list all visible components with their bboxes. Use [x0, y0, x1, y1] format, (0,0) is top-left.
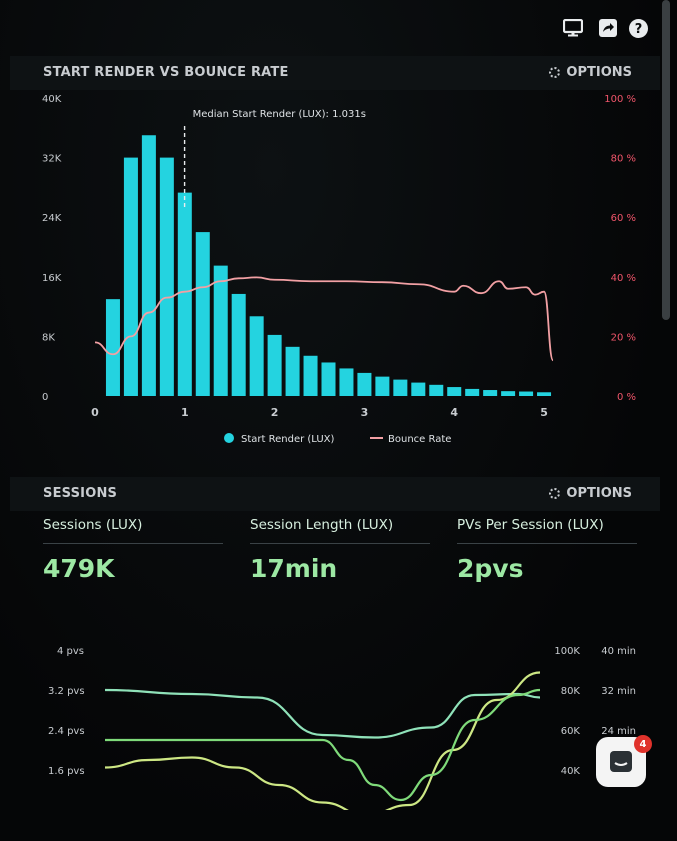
bar: [141, 135, 156, 396]
bar: [249, 316, 264, 396]
legend-label[interactable]: Bounce Rate: [388, 434, 451, 445]
legend-swatch-start-render: [224, 433, 234, 443]
right-tick-label: 60 %: [611, 213, 636, 224]
sessions-tick-label: 40K: [561, 766, 581, 777]
help-icon[interactable]: ?: [627, 18, 649, 38]
share-icon[interactable]: [597, 18, 619, 38]
chart1-header: START RENDER VS BOUNCE RATE OPTIONS: [10, 56, 660, 90]
help-icon-glyph: ?: [634, 22, 642, 37]
notification-badge: 4: [634, 735, 652, 753]
bar: [393, 379, 408, 396]
bar: [537, 392, 552, 396]
bar-series: [105, 135, 552, 396]
sessions-header: SESSIONS OPTIONS: [10, 477, 660, 511]
chart1-options-label: OPTIONS: [566, 65, 632, 80]
chart1-legend: Start Render (LUX) Bounce Rate: [224, 433, 451, 445]
left-tick-label: 24K: [42, 213, 62, 224]
metric-label: PVs Per Session (LUX): [457, 517, 637, 544]
left-tick-label: 16K: [42, 273, 62, 284]
x-axis-ticks: 0 1 2 3 4 5: [91, 406, 548, 419]
start-render-chart: 08K16K24K32K40K 0 %20 %40 %60 %80 %100 %…: [42, 94, 636, 445]
metric-sessions: Sessions (LUX) 479K: [43, 517, 223, 583]
pvs-tick-label: 3.2 pvs: [48, 686, 85, 697]
sessions-options-button[interactable]: OPTIONS: [549, 486, 632, 501]
x-tick-label: 2: [271, 406, 279, 419]
bar: [465, 388, 480, 396]
sessions-title: SESSIONS: [43, 486, 118, 501]
pvs-axis-ticks: 1.6 pvs 2.4 pvs 3.2 pvs 4 pvs: [48, 646, 85, 777]
x-tick-label: 4: [450, 406, 458, 419]
pvs-tick-label: 4 pvs: [57, 646, 84, 657]
metric-value: 17min: [250, 554, 338, 583]
bar: [429, 384, 444, 396]
metric-value: 479K: [43, 554, 115, 583]
left-tick-label: 32K: [42, 154, 62, 165]
bar: [321, 362, 336, 396]
median-marker: Median Start Render (LUX): 1.031s: [183, 109, 366, 210]
x-tick-label: 0: [91, 406, 99, 419]
sessions-axis-ticks: 40K 60K 80K 100K: [554, 646, 580, 777]
session-length-line: [104, 688, 541, 802]
left-axis-ticks: 0 8K 16K 24K 32K 40K: [42, 94, 62, 403]
left-tick-label: 8K: [42, 332, 55, 343]
sessions-tick-label: 60K: [561, 726, 581, 737]
sessions-chart: 1.6 pvs 2.4 pvs 3.2 pvs 4 pvs 40K 60K 80K 100K…: [48, 646, 636, 810]
bar: [483, 390, 498, 396]
gear-icon: [549, 67, 561, 78]
right-tick-label: 20 %: [611, 332, 636, 343]
bar: [411, 382, 426, 396]
bar: [231, 293, 246, 396]
median-label: Median Start Render (LUX): 1.031s: [193, 109, 366, 120]
bar: [303, 355, 318, 396]
bar: [267, 334, 282, 396]
left-tick-label: 0: [42, 392, 48, 403]
right-tick-label: 40 %: [611, 273, 636, 284]
length-tick-label: 32 min: [601, 686, 636, 697]
chart1-title: START RENDER VS BOUNCE RATE: [43, 65, 289, 80]
bar: [123, 157, 138, 396]
length-tick-label: 24 min: [601, 726, 636, 737]
right-tick-label: 80 %: [611, 154, 636, 165]
legend-label[interactable]: Start Render (LUX): [241, 434, 335, 445]
bar: [339, 368, 354, 396]
sessions-tick-label: 100K: [554, 646, 580, 657]
sessions-lines: [104, 671, 541, 810]
bar: [177, 192, 192, 396]
x-tick-label: 1: [181, 406, 189, 419]
x-tick-label: 5: [540, 406, 548, 419]
dashboard-screen: ? START RENDER VS BOUNCE RATE OPTIONS 0 8…: [0, 0, 677, 841]
pvs-per-session-line: [104, 688, 541, 739]
bar: [105, 299, 120, 396]
bar: [501, 391, 516, 396]
metric-label: Sessions (LUX): [43, 517, 223, 544]
scrollbar[interactable]: [662, 0, 670, 320]
bar: [159, 157, 174, 396]
bar: [195, 232, 210, 396]
left-tick-label: 40K: [42, 94, 62, 105]
metric-session-length: Session Length (LUX) 17min: [250, 517, 430, 583]
sessions-tick-label: 80K: [561, 686, 581, 697]
bar: [447, 387, 462, 396]
sessions-options-label: OPTIONS: [566, 486, 632, 501]
gear-icon: [549, 488, 561, 499]
bar: [519, 391, 534, 396]
bar: [285, 346, 300, 396]
right-tick-label: 100 %: [604, 94, 636, 105]
chart1-options-button[interactable]: OPTIONS: [549, 65, 632, 80]
pvs-tick-label: 1.6 pvs: [48, 766, 85, 777]
pvs-tick-label: 2.4 pvs: [48, 726, 85, 737]
monitor-icon[interactable]: [562, 18, 584, 38]
metric-label: Session Length (LUX): [250, 517, 430, 544]
metric-value: 2pvs: [457, 554, 524, 583]
bar: [375, 376, 390, 396]
length-axis-ticks: 40 min 32 min 24 min: [601, 646, 636, 737]
metric-pvs-per-session: PVs Per Session (LUX) 2pvs: [457, 517, 637, 583]
bar: [357, 372, 372, 396]
bar: [213, 265, 228, 396]
length-tick-label: 40 min: [601, 646, 636, 657]
x-tick-label: 3: [361, 406, 369, 419]
right-axis-ticks: 0 % 20 % 40 % 60 % 80 % 100 %: [604, 94, 636, 403]
right-tick-label: 0 %: [617, 392, 636, 403]
